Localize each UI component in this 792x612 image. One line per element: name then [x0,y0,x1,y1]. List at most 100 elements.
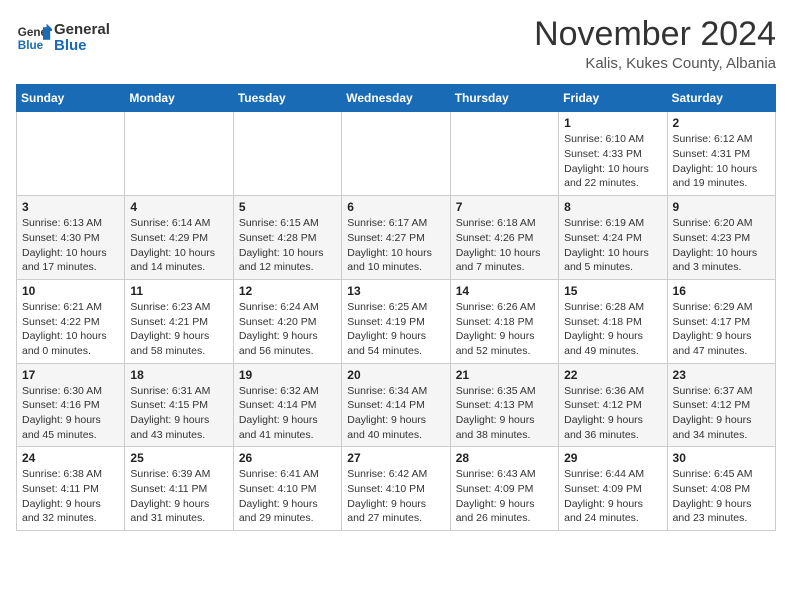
calendar-cell [450,112,558,196]
calendar-cell: 15 Sunrise: 6:28 AM Sunset: 4:18 PM Dayli… [559,279,667,363]
day-number: 30 [673,451,770,465]
calendar-cell: 17Sunrise: 6:30 AM Sunset: 4:16 PM Dayli… [17,363,125,447]
day-number: 28 [456,451,553,465]
calendar-cell: 7 Sunrise: 6:18 AM Sunset: 4:26 PM Daylig… [450,196,558,280]
day-info: Sunrise: 6:34 AM Sunset: 4:14 PM Dayligh… [347,384,444,443]
weekday-row: SundayMondayTuesdayWednesdayThursdayFrid… [17,85,776,112]
day-info: Sunrise: 6:13 AM Sunset: 4:30 PM Dayligh… [22,216,119,275]
day-number: 7 [456,200,553,214]
day-info: Sunrise: 6:28 AM Sunset: 4:18 PM Dayligh… [564,300,661,359]
day-number: 1 [564,116,661,130]
day-info: Sunrise: 6:14 AM Sunset: 4:29 PM Dayligh… [130,216,227,275]
calendar-cell: 16 Sunrise: 6:29 AM Sunset: 4:17 PM Dayli… [667,279,775,363]
day-info: Sunrise: 6:43 AM Sunset: 4:09 PM Dayligh… [456,467,553,526]
weekday-header-sunday: Sunday [17,85,125,112]
calendar-cell: 24 Sunrise: 6:38 AM Sunset: 4:11 PM Dayli… [17,447,125,531]
day-info: Sunrise: 6:30 AM Sunset: 4:16 PM Dayligh… [22,384,119,443]
day-info: Sunrise: 6:12 AM Sunset: 4:31 PM Dayligh… [673,132,770,191]
day-info: Sunrise: 6:29 AM Sunset: 4:17 PM Dayligh… [673,300,770,359]
page: General Blue General Blue November 2024 … [0,0,792,547]
day-number: 22 [564,368,661,382]
day-number: 11 [130,284,227,298]
weekday-header-tuesday: Tuesday [233,85,341,112]
day-number: 24 [22,451,119,465]
day-info: Sunrise: 6:21 AM Sunset: 4:22 PM Dayligh… [22,300,119,359]
calendar-cell: 4 Sunrise: 6:14 AM Sunset: 4:29 PM Daylig… [125,196,233,280]
calendar-body: 1 Sunrise: 6:10 AM Sunset: 4:33 PM Daylig… [17,112,776,531]
calendar-cell: 1 Sunrise: 6:10 AM Sunset: 4:33 PM Daylig… [559,112,667,196]
day-info: Sunrise: 6:26 AM Sunset: 4:18 PM Dayligh… [456,300,553,359]
title-area: November 2024 Kalis, Kukes County, Alban… [534,16,776,72]
calendar-cell: 27 Sunrise: 6:42 AM Sunset: 4:10 PM Dayli… [342,447,450,531]
calendar-cell: 3Sunrise: 6:13 AM Sunset: 4:30 PM Daylig… [17,196,125,280]
calendar-cell [342,112,450,196]
calendar-cell: 20 Sunrise: 6:34 AM Sunset: 4:14 PM Dayli… [342,363,450,447]
day-number: 23 [673,368,770,382]
week-row-0: 1 Sunrise: 6:10 AM Sunset: 4:33 PM Daylig… [17,112,776,196]
day-number: 2 [673,116,770,130]
day-info: Sunrise: 6:10 AM Sunset: 4:33 PM Dayligh… [564,132,661,191]
day-number: 8 [564,200,661,214]
logo: General Blue General Blue [16,20,110,56]
day-info: Sunrise: 6:23 AM Sunset: 4:21 PM Dayligh… [130,300,227,359]
weekday-header-wednesday: Wednesday [342,85,450,112]
day-number: 25 [130,451,227,465]
calendar-cell: 19Sunrise: 6:32 AM Sunset: 4:14 PM Dayli… [233,363,341,447]
calendar-cell: 21 Sunrise: 6:35 AM Sunset: 4:13 PM Dayli… [450,363,558,447]
day-number: 27 [347,451,444,465]
day-number: 9 [673,200,770,214]
day-number: 15 [564,284,661,298]
day-number: 6 [347,200,444,214]
day-number: 20 [347,368,444,382]
calendar-cell: 6 Sunrise: 6:17 AM Sunset: 4:27 PM Daylig… [342,196,450,280]
calendar: SundayMondayTuesdayWednesdayThursdayFrid… [16,84,776,531]
day-info: Sunrise: 6:37 AM Sunset: 4:12 PM Dayligh… [673,384,770,443]
calendar-cell: 12Sunrise: 6:24 AM Sunset: 4:20 PM Dayli… [233,279,341,363]
calendar-cell: 14 Sunrise: 6:26 AM Sunset: 4:18 PM Dayli… [450,279,558,363]
calendar-cell: 5Sunrise: 6:15 AM Sunset: 4:28 PM Daylig… [233,196,341,280]
day-number: 5 [239,200,336,214]
day-info: Sunrise: 6:19 AM Sunset: 4:24 PM Dayligh… [564,216,661,275]
calendar-cell: 25 Sunrise: 6:39 AM Sunset: 4:11 PM Dayli… [125,447,233,531]
calendar-cell: 28 Sunrise: 6:43 AM Sunset: 4:09 PM Dayli… [450,447,558,531]
calendar-cell: 23 Sunrise: 6:37 AM Sunset: 4:12 PM Dayli… [667,363,775,447]
day-info: Sunrise: 6:20 AM Sunset: 4:23 PM Dayligh… [673,216,770,275]
day-number: 13 [347,284,444,298]
day-number: 29 [564,451,661,465]
month-title: November 2024 [534,16,776,53]
calendar-cell: 8 Sunrise: 6:19 AM Sunset: 4:24 PM Daylig… [559,196,667,280]
day-number: 14 [456,284,553,298]
calendar-cell: 30 Sunrise: 6:45 AM Sunset: 4:08 PM Dayli… [667,447,775,531]
day-info: Sunrise: 6:38 AM Sunset: 4:11 PM Dayligh… [22,467,119,526]
location: Kalis, Kukes County, Albania [534,55,776,72]
calendar-header: SundayMondayTuesdayWednesdayThursdayFrid… [17,85,776,112]
weekday-header-thursday: Thursday [450,85,558,112]
day-number: 19 [239,368,336,382]
calendar-cell: 22 Sunrise: 6:36 AM Sunset: 4:12 PM Dayli… [559,363,667,447]
day-info: Sunrise: 6:39 AM Sunset: 4:11 PM Dayligh… [130,467,227,526]
day-number: 4 [130,200,227,214]
day-number: 18 [130,368,227,382]
weekday-header-friday: Friday [559,85,667,112]
calendar-cell: 11 Sunrise: 6:23 AM Sunset: 4:21 PM Dayli… [125,279,233,363]
day-info: Sunrise: 6:44 AM Sunset: 4:09 PM Dayligh… [564,467,661,526]
header: General Blue General Blue November 2024 … [16,16,776,72]
day-info: Sunrise: 6:36 AM Sunset: 4:12 PM Dayligh… [564,384,661,443]
calendar-cell: 2 Sunrise: 6:12 AM Sunset: 4:31 PM Daylig… [667,112,775,196]
week-row-1: 3Sunrise: 6:13 AM Sunset: 4:30 PM Daylig… [17,196,776,280]
calendar-cell: 29 Sunrise: 6:44 AM Sunset: 4:09 PM Dayli… [559,447,667,531]
day-number: 21 [456,368,553,382]
svg-text:Blue: Blue [18,39,44,52]
day-info: Sunrise: 6:18 AM Sunset: 4:26 PM Dayligh… [456,216,553,275]
logo-general: General [54,21,110,38]
day-info: Sunrise: 6:42 AM Sunset: 4:10 PM Dayligh… [347,467,444,526]
day-number: 16 [673,284,770,298]
day-info: Sunrise: 6:45 AM Sunset: 4:08 PM Dayligh… [673,467,770,526]
day-number: 26 [239,451,336,465]
day-info: Sunrise: 6:35 AM Sunset: 4:13 PM Dayligh… [456,384,553,443]
week-row-4: 24 Sunrise: 6:38 AM Sunset: 4:11 PM Dayli… [17,447,776,531]
day-info: Sunrise: 6:41 AM Sunset: 4:10 PM Dayligh… [239,467,336,526]
logo-icon: General Blue [16,20,52,56]
calendar-cell [125,112,233,196]
day-info: Sunrise: 6:17 AM Sunset: 4:27 PM Dayligh… [347,216,444,275]
